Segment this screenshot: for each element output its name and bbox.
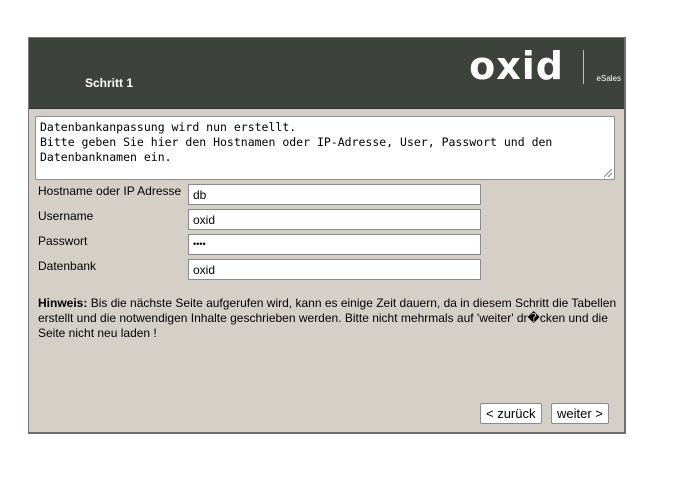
host-input[interactable]: db [188,184,481,205]
logo-divider [583,50,584,84]
database-row: Datenbank oxid [38,259,488,281]
host-label: Hostname oder IP Adresse [38,184,182,198]
oxid-logo: oxid [469,44,564,88]
step-title: Schritt 1 [85,76,134,90]
hint-text: Bis die nächste Seite aufgerufen wird, k… [38,296,617,340]
username-input[interactable]: oxid [188,209,481,230]
database-label: Datenbank [38,259,97,273]
back-button[interactable]: < zurück [480,403,542,424]
password-input[interactable]: •••• [188,234,481,255]
database-input[interactable]: oxid [188,259,481,280]
user-row: Username oxid [38,209,488,231]
password-row: Passwort •••• [38,234,488,256]
host-row: Hostname oder IP Adresse db [38,184,488,206]
logo-subtitle: eSales [596,74,621,83]
header-bar: Schritt 1 oxid eSales [29,38,624,109]
hint-title: Hinweis: [38,296,88,310]
resize-grip-icon[interactable] [604,169,612,177]
password-label: Passwort [38,234,88,248]
user-label: Username [38,209,94,223]
next-button[interactable]: weiter > [551,403,609,424]
hint-box: Hinweis: Bis die nächste Seite aufgerufe… [38,296,620,341]
info-text: Datenbankanpassung wird nun erstellt. Bi… [40,120,553,164]
installer-window: Schritt 1 oxid eSales Datenbankanpassung… [28,37,626,434]
info-textarea[interactable]: Datenbankanpassung wird nun erstellt. Bi… [35,116,615,180]
